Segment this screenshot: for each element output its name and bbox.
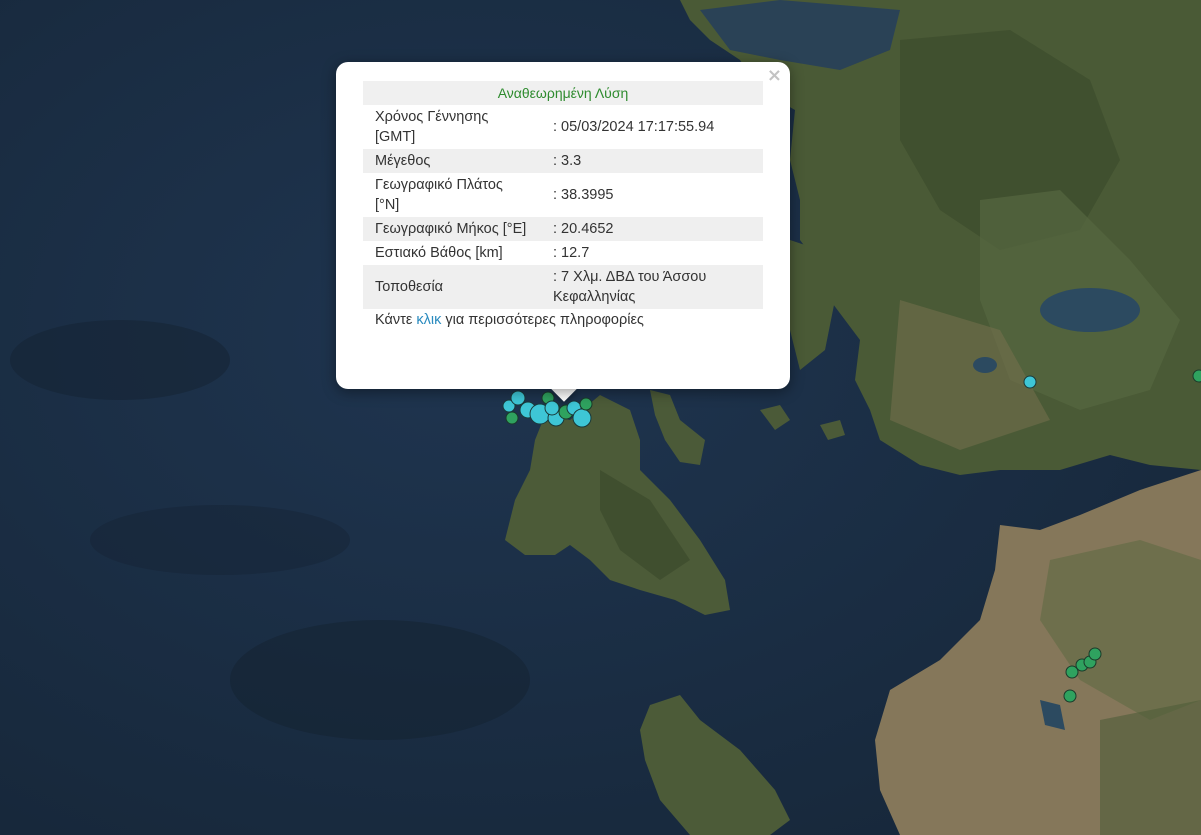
latitude-value: : 38.3995 bbox=[553, 187, 614, 203]
quake-marker[interactable] bbox=[510, 390, 526, 406]
earthquake-info-popup: × Αναθεωρημένη Λύση Χρόνος Γέννησης [GMT… bbox=[336, 62, 790, 389]
more-info-suffix: για περισσότερες πληροφορίες bbox=[441, 312, 644, 328]
origin-time-value: : 05/03/2024 17:17:55.94 bbox=[553, 119, 715, 135]
location-value: : 7 Χλμ. ΔΒΔ του Άσσου Κεφαλληνίας bbox=[541, 265, 763, 309]
close-icon[interactable]: × bbox=[767, 66, 782, 86]
magnitude-label: Μέγεθος bbox=[363, 149, 541, 173]
quake-details-table: Χρόνος Γέννησης [GMT] : 05/03/2024 17:17… bbox=[363, 105, 763, 309]
popup-content: Αναθεωρημένη Λύση Χρόνος Γέννησης [GMT] … bbox=[363, 81, 763, 331]
location-label: Τοποθεσία bbox=[363, 265, 541, 309]
longitude-label: Γεωγραφικό Μήκος [°E] bbox=[363, 217, 541, 241]
table-row: Γεωγραφικό Μήκος [°E] : 20.4652 bbox=[363, 217, 763, 241]
depth-value: : 12.7 bbox=[553, 245, 590, 261]
more-info-link[interactable]: κλικ bbox=[416, 312, 441, 328]
table-row: Τοποθεσία : 7 Χλμ. ΔΒΔ του Άσσου Κεφαλλη… bbox=[363, 265, 763, 309]
quake-marker-selected[interactable] bbox=[544, 400, 560, 416]
popup-title: Αναθεωρημένη Λύση bbox=[363, 81, 763, 105]
quake-marker[interactable] bbox=[1088, 647, 1102, 661]
longitude-value: : 20.4652 bbox=[541, 217, 763, 241]
depth-label: Εστιακό Βάθος [km] bbox=[375, 245, 503, 261]
quake-marker[interactable] bbox=[1023, 375, 1037, 389]
origin-time-label: Χρόνος Γέννησης [GMT] bbox=[375, 109, 489, 145]
quake-marker[interactable] bbox=[572, 408, 592, 428]
more-info-text: Κάντε κλικ για περισσότερες πληροφορίες bbox=[363, 309, 763, 331]
quake-marker[interactable] bbox=[1192, 369, 1201, 383]
more-info-prefix: Κάντε bbox=[375, 312, 417, 328]
quake-marker[interactable] bbox=[1063, 689, 1077, 703]
quake-marker[interactable] bbox=[505, 411, 519, 425]
table-row: Γεωγραφικό Πλάτος [°N] : 38.3995 bbox=[363, 173, 763, 217]
latitude-label: Γεωγραφικό Πλάτος [°N] bbox=[375, 177, 503, 213]
table-row: Μέγεθος : 3.3 bbox=[363, 149, 763, 173]
table-row: Χρόνος Γέννησης [GMT] : 05/03/2024 17:17… bbox=[363, 105, 763, 149]
magnitude-value: : 3.3 bbox=[541, 149, 763, 173]
table-row: Εστιακό Βάθος [km] : 12.7 bbox=[363, 241, 763, 265]
quake-marker[interactable] bbox=[579, 397, 593, 411]
